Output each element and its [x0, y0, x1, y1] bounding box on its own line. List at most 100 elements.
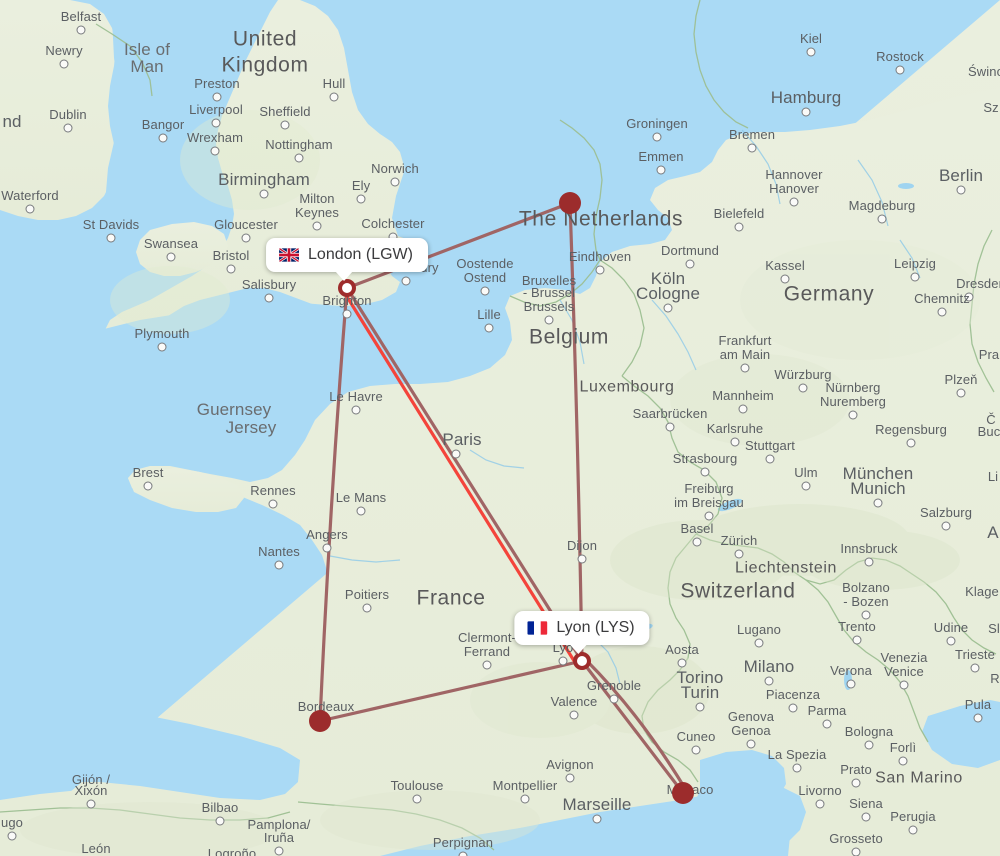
city-label-cologne: Cologne — [635, 283, 701, 303]
london-tooltip[interactable]: London (LGW) — [266, 238, 428, 281]
london-gatwick-marker[interactable] — [338, 279, 356, 297]
city-label-turin: Turin — [680, 682, 720, 702]
city-label-milano: Milano — [743, 656, 795, 676]
city-dot-ulm — [801, 481, 811, 491]
city-dot-innsbruck — [864, 557, 874, 567]
flight-route-map[interactable]: United Kingdom The Netherlands Belgium Germa… — [0, 0, 1000, 856]
city-label-ugo: ugo — [1, 814, 23, 830]
city-dot-venice — [899, 680, 909, 690]
city-label-marseille: Marseille — [562, 794, 632, 814]
bordeaux-marker[interactable] — [309, 710, 331, 732]
city-dot-lyo — [558, 656, 568, 666]
city-dot-chemnitz — [937, 307, 947, 317]
country-label-isle-of: Isle of — [123, 39, 171, 59]
city-dot-perpignan — [458, 851, 468, 856]
city-label-hannover: Hannover — [765, 166, 823, 182]
city-label-strasbourg: Strasbourg — [672, 450, 738, 466]
city-dot-bristol — [226, 264, 236, 274]
city-dot-livorno — [815, 799, 825, 809]
city-dot-belfast — [76, 25, 86, 35]
city-label-sz: Sz — [983, 99, 999, 115]
city-label-iru-a: Iruña — [263, 829, 295, 845]
monaco-marker[interactable] — [672, 782, 694, 804]
lyon-tooltip[interactable]: Lyon (LYS) — [514, 611, 650, 654]
city-label-bologna: Bologna — [844, 723, 894, 739]
city-label-piacenza: Piacenza — [765, 686, 821, 702]
city-label-innsbruck: Innsbruck — [840, 540, 898, 556]
uk-flag-icon — [279, 248, 300, 262]
city-label-freiburg: Freiburg — [684, 480, 734, 496]
city-label-cuneo: Cuneo — [676, 728, 716, 744]
city-label-bristol: Bristol — [212, 247, 250, 263]
city-label-grenoble: Grenoble — [586, 677, 642, 693]
city-label-xix-n: Xixón — [74, 782, 108, 798]
city-dot-kassel — [780, 274, 790, 284]
lyon-marker[interactable] — [573, 652, 591, 670]
city-label-st-davids: St Davids — [82, 216, 140, 232]
city-label-nottingham: Nottingham — [265, 136, 333, 152]
city-label-pula: Pula — [964, 696, 992, 712]
city-label-rennes: Rennes — [250, 482, 296, 498]
country-label-guernsey: Guernsey — [196, 399, 272, 419]
city-dot-milano — [764, 676, 774, 686]
city-label-sheffield: Sheffield — [259, 103, 311, 119]
city-label-le-havre: Le Havre — [329, 388, 383, 404]
city-label-w-rzburg: Würzburg — [774, 366, 832, 382]
city-label-bozen: - Bozen — [843, 593, 889, 609]
city-label-bremen: Bremen — [728, 126, 776, 142]
city-dot-lille — [484, 323, 494, 333]
city-label-eindhoven: Eindhoven — [568, 248, 632, 264]
city-dot-bangor — [158, 133, 168, 143]
city-label-dresden: Dresden — [956, 275, 1000, 291]
city-dot-trento — [852, 635, 862, 645]
city-label-ostend: Ostend — [463, 269, 507, 285]
city-dot-sheffield — [280, 120, 290, 130]
city-dot-basel — [692, 537, 702, 547]
city-label-gloucester: Gloucester — [214, 216, 278, 232]
city-dot-genoa — [746, 739, 756, 749]
city-label-z-rich: Zürich — [720, 532, 758, 548]
city-dot-keynes — [312, 221, 322, 231]
city-dot-eindhoven — [595, 265, 605, 275]
city-label-mannheim: Mannheim — [712, 387, 774, 403]
city-label-la-spezia: La Spezia — [767, 746, 827, 762]
country-label-luxembourg: Luxembourg — [579, 378, 675, 396]
city-label-plze: Plzeň — [944, 371, 978, 387]
country-label-jersey: Jersey — [225, 417, 277, 437]
france-flag-icon — [527, 621, 548, 635]
city-dot-plze — [956, 388, 966, 398]
country-label-man: Man — [130, 56, 164, 76]
city-dot-leipzig — [910, 272, 920, 282]
amsterdam-marker[interactable] — [559, 192, 581, 214]
city-dot-dijon — [577, 554, 587, 564]
city-label-buc: Buc — [977, 423, 1000, 439]
city-label-newry: Newry — [45, 42, 83, 58]
city-dot-prato — [851, 778, 861, 788]
city-dot-groningen — [652, 132, 662, 142]
city-dot-brest — [143, 481, 153, 491]
city-label-brussel: - Brussel — [522, 284, 576, 300]
city-label-dortmund: Dortmund — [661, 242, 719, 258]
city-label-sl: Sl — [988, 620, 1000, 636]
city-dot-verona — [846, 679, 856, 689]
city-label-r: R — [990, 670, 1000, 686]
city-dot-paris — [451, 449, 461, 459]
city-label-preston: Preston — [194, 75, 240, 91]
city-label-kassel: Kassel — [765, 257, 805, 273]
city-label-basel: Basel — [680, 520, 714, 536]
city-label-li: Li — [987, 468, 999, 484]
city-label-belfast: Belfast — [60, 8, 102, 24]
city-dot-regensburg — [906, 438, 916, 448]
city-label-venezia: Venezia — [880, 649, 928, 665]
city-label-leipzig: Leipzig — [894, 255, 936, 271]
city-label-paris: Paris — [442, 429, 482, 449]
city-dot-grenoble — [609, 694, 619, 704]
city-dot-xix-n — [86, 799, 96, 809]
city-dot-angers — [322, 543, 332, 553]
country-label-germany: Germany — [783, 282, 875, 306]
city-dot-cuneo — [691, 745, 701, 755]
city-label-montpellier: Montpellier — [492, 777, 558, 793]
city-label-aosta: Aosta — [665, 641, 699, 657]
city-label-nd: nd — [2, 111, 22, 131]
city-label-dijon: Dijon — [566, 537, 598, 553]
